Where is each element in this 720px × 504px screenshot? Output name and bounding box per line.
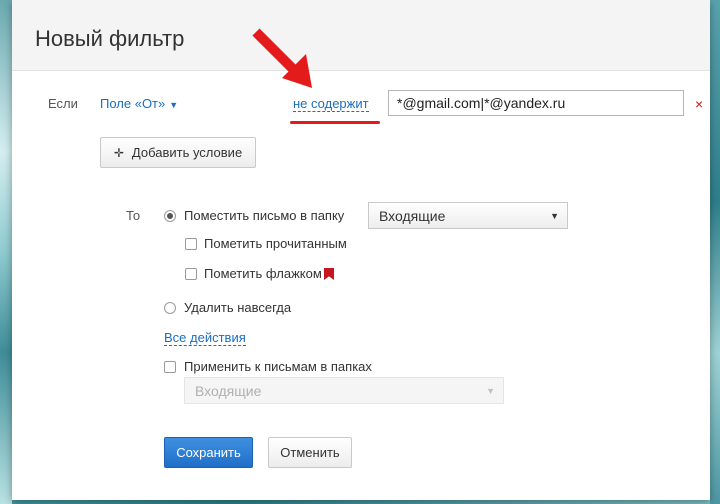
annotation-underline	[290, 121, 380, 124]
save-button[interactable]: Сохранить	[164, 437, 253, 468]
remove-condition-icon[interactable]: ×	[695, 96, 703, 112]
all-actions-link[interactable]: Все действия	[164, 331, 246, 346]
condition-field-label: Поле «От»	[100, 96, 166, 111]
condition-operator-link[interactable]: не содержит	[293, 97, 369, 112]
delete-forever-radio[interactable]	[164, 302, 176, 314]
folder-select[interactable]: Входящие ▼	[368, 202, 568, 229]
mark-read-checkbox[interactable]	[185, 238, 197, 250]
dialog-title: Новый фильтр	[35, 26, 185, 51]
annotation-arrow-icon	[252, 28, 312, 88]
condition-field-dropdown[interactable]: Поле «От» ▼	[100, 96, 178, 111]
new-filter-dialog: Новый фильтр Если Поле «От» ▼ не содержит…	[12, 0, 710, 500]
plus-icon: ✛	[113, 145, 124, 160]
mark-read-label: Пометить прочитанным	[204, 236, 347, 251]
dialog-header: Новый фильтр	[12, 0, 710, 71]
add-condition-label: Добавить условие	[131, 145, 243, 160]
delete-forever-label: Удалить навсегда	[184, 300, 292, 315]
move-to-folder-label: Поместить письмо в папку	[184, 208, 345, 223]
apply-to-folders-label: Применить к письмам в папках	[184, 359, 372, 374]
folder-select-value: Входящие	[379, 208, 446, 224]
condition-value-input[interactable]	[388, 90, 684, 116]
if-label: Если	[48, 96, 78, 111]
background-left	[0, 0, 12, 504]
chevron-down-icon: ▼	[169, 100, 179, 110]
mark-flag-checkbox[interactable]	[185, 268, 197, 280]
chevron-down-icon: ▼	[486, 386, 495, 396]
flag-icon	[324, 268, 334, 280]
background-right	[710, 0, 720, 504]
then-label: То	[126, 208, 141, 223]
chevron-down-icon: ▼	[550, 211, 559, 221]
mark-flag-label: Пометить флажком	[204, 266, 322, 281]
apply-to-folders-checkbox[interactable]	[164, 361, 176, 373]
move-to-folder-radio[interactable]	[164, 210, 176, 222]
add-condition-button[interactable]: ✛ Добавить условие	[100, 137, 256, 168]
apply-folder-select: Входящие ▼	[184, 377, 504, 404]
apply-folder-select-value: Входящие	[195, 383, 262, 399]
cancel-button[interactable]: Отменить	[268, 437, 352, 468]
